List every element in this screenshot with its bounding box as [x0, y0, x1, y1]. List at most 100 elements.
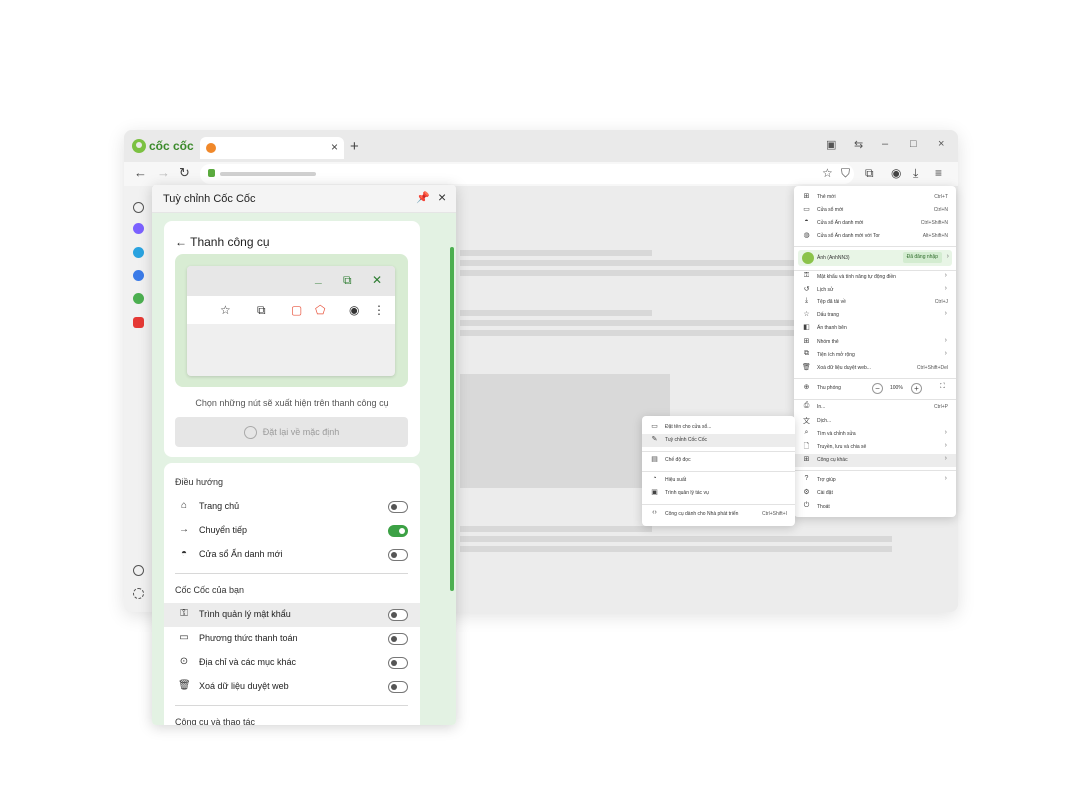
toggle-switch[interactable] — [388, 525, 408, 537]
close-window-button[interactable]: × — [938, 138, 944, 150]
ai-icon[interactable] — [133, 293, 144, 304]
chevron-right-icon: › — [944, 310, 947, 317]
submenu-item-name-window[interactable]: ▭ Đặt tên cho cửa sổ... — [642, 421, 795, 434]
profile-icon[interactable]: ◉ — [891, 166, 901, 180]
toggle-switch[interactable] — [388, 501, 408, 513]
menu-item-shortcut: Ctrl+Shift+N — [920, 220, 948, 226]
menu-separator — [642, 471, 795, 472]
new-tab-button[interactable]: + — [350, 138, 359, 155]
toggle-switch[interactable] — [388, 681, 408, 693]
menu-item-help[interactable]: ? Trợ giúp › — [794, 474, 956, 487]
back-icon[interactable]: ← — [134, 165, 147, 180]
reset-default-button[interactable]: Đặt lại về mặc định — [175, 417, 408, 447]
tab-search-icon[interactable]: ⇆ — [854, 138, 863, 151]
preview-minimize-icon: _ — [315, 271, 322, 285]
split-view-icon[interactable]: ▣ — [826, 138, 836, 151]
menu-item-label: Tệp đã tải về — [817, 299, 846, 305]
menu-item-label: Thoát — [817, 504, 830, 510]
menu-item-translate[interactable]: 文 Dịch... — [794, 415, 956, 428]
submenu-item-reading-mode[interactable]: ▤ Chế độ đọc — [642, 454, 795, 467]
tab-close-icon[interactable]: × — [331, 140, 338, 154]
menu-item-downloads[interactable]: ⤓ Tệp đã tải về Ctrl+J — [794, 296, 956, 309]
history-icon[interactable] — [133, 565, 144, 576]
menu-item-extensions[interactable]: ⧉ Tiện ích mở rộng › — [794, 349, 956, 362]
location-icon: ⊙ — [179, 656, 189, 667]
option-row-address[interactable]: ⊙ Địa chỉ và các mục khác — [164, 651, 420, 675]
menu-item-clear-data[interactable]: 🗑 Xoá dữ liệu duyệt web... Ctrl+Shift+De… — [794, 362, 956, 375]
zoom-in-button[interactable]: + — [911, 383, 922, 394]
option-row-forward[interactable]: → Chuyển tiếp — [164, 519, 420, 543]
menu-item-shortcut: Alt+Shift+N — [922, 233, 948, 239]
option-row-home[interactable]: ⌂ Trang chủ — [164, 495, 420, 519]
sidebar-icon: ◧ — [803, 324, 810, 331]
url-placeholder — [220, 172, 316, 176]
signed-in-badge: Đã đăng nhập — [902, 252, 942, 263]
menu-item-exit[interactable]: ⏻ Thoát — [794, 501, 956, 514]
back-toolbar-link[interactable]: ← Thanh công cụ — [175, 235, 270, 249]
chevron-right-icon: › — [944, 350, 947, 357]
messenger-icon[interactable] — [133, 223, 144, 234]
zoom-out-button[interactable]: − — [872, 383, 883, 394]
option-row-clear-data[interactable]: 🗑 Xoá dữ liệu duyệt web — [164, 675, 420, 699]
settings-card: Điều hướng ⌂ Trang chủ → Chuyển tiếp ◓ C… — [164, 463, 420, 725]
submenu-item-devtools[interactable]: ‹› Công cụ dành cho Nhà phát triển Ctrl+… — [642, 508, 795, 521]
menu-item-passwords[interactable]: ⚿ Mật khẩu và tính năng tự động điền › — [794, 271, 956, 284]
maximize-button[interactable]: □ — [910, 138, 917, 150]
menu-item-new-window[interactable]: ▭ Cửa sổ mới Ctrl+N — [794, 204, 956, 217]
print-icon: ⎙ — [803, 402, 810, 409]
panel-scrollbar[interactable] — [450, 247, 454, 591]
menu-item-bookmarks[interactable]: ☆ Dấu trang › — [794, 309, 956, 322]
menu-item-incognito[interactable]: ◓ Cửa sổ Ẩn danh mới Ctrl+Shift+N — [794, 217, 956, 230]
shield-icon[interactable]: ⛉ — [841, 166, 850, 181]
content-placeholder-block — [460, 374, 670, 488]
submenu-item-performance[interactable]: ◔ Hiệu suất — [642, 474, 795, 487]
code-icon: ‹› — [652, 509, 657, 516]
panel-body: ← Thanh công cụ _ ⧉ ✕ ☆ ⧉ ▢ ⬠ ◉ ⋮ Chọn n… — [152, 213, 456, 725]
minimize-button[interactable]: – — [882, 138, 888, 150]
menu-item-find-edit[interactable]: ⌕ Tìm và chỉnh sửa › — [794, 428, 956, 441]
forward-icon[interactable]: → — [157, 165, 170, 180]
chat-icon[interactable] — [133, 270, 144, 281]
option-row-incognito[interactable]: ◓ Cửa sổ Ẩn danh mới — [164, 543, 420, 567]
more-tools-submenu: ▭ Đặt tên cho cửa sổ... ✎ Tuỳ chỉnh Cốc … — [642, 416, 795, 526]
menu-item-shortcut: Ctrl+Shift+Del — [916, 365, 948, 371]
option-row-password[interactable]: ⚿ Trình quản lý mật khẩu — [164, 603, 420, 627]
download-icon[interactable]: ⤓ — [913, 166, 918, 181]
menu-item-cast-save-share[interactable]: 🗋 Truyền, lưu và chia sẻ › — [794, 441, 956, 454]
telegram-icon[interactable] — [133, 247, 144, 258]
submenu-item-customize[interactable]: ✎ Tuỳ chỉnh Cốc Cốc — [642, 434, 795, 447]
close-panel-icon[interactable]: × — [438, 189, 446, 205]
menu-item-label: Nhóm thẻ — [817, 339, 839, 345]
bookmark-star-icon[interactable]: ☆ — [822, 166, 833, 180]
toggle-switch[interactable] — [388, 657, 408, 669]
menu-item-more-tools[interactable]: ⊞ Công cụ khác › — [794, 454, 956, 467]
toggle-switch[interactable] — [388, 609, 408, 621]
sidebar-add-icon[interactable] — [133, 202, 144, 213]
option-row-payment[interactable]: ▭ Phương thức thanh toán — [164, 627, 420, 651]
submenu-item-task-manager[interactable]: ▣ Trình quản lý tác vụ — [642, 487, 795, 500]
translate-icon: 文 — [803, 418, 810, 425]
toggle-switch[interactable] — [388, 549, 408, 561]
menu-item-new-tab[interactable]: ⊞ Thẻ mới Ctrl+T — [794, 191, 956, 204]
chevron-right-icon: › — [944, 475, 947, 482]
pin-icon[interactable]: 📌 — [416, 191, 430, 204]
reload-icon[interactable]: ↻ — [179, 165, 190, 181]
address-bar[interactable] — [200, 164, 854, 184]
youtube-icon[interactable] — [133, 317, 144, 328]
zoom-value: 100% — [890, 385, 903, 391]
menu-item-label: Ẩn thanh bên — [817, 325, 847, 331]
fullscreen-icon[interactable]: ⛶ — [938, 383, 947, 391]
menu-item-hide-sidebar[interactable]: ◧ Ẩn thanh bên — [794, 322, 956, 335]
settings-gear-icon[interactable] — [133, 588, 144, 599]
extensions-icon[interactable]: ⧉ — [865, 166, 874, 181]
menu-item-tab-groups[interactable]: ⊞ Nhóm thẻ › — [794, 336, 956, 349]
menu-item-settings[interactable]: ⚙ Cài đặt — [794, 487, 956, 500]
preview-profile-icon: ◉ — [349, 303, 360, 317]
menu-item-incognito-tor[interactable]: ◍ Cửa sổ Ẩn danh mới với Tor Alt+Shift+N — [794, 230, 956, 243]
menu-profile-row[interactable]: Ảnh (AnhNN3) Đã đăng nhập › — [798, 250, 952, 266]
toggle-switch[interactable] — [388, 633, 408, 645]
incognito-icon: ◓ — [180, 548, 188, 559]
menu-icon[interactable]: ≡ — [935, 166, 942, 180]
menu-item-print[interactable]: ⎙ In... Ctrl+P — [794, 401, 956, 414]
browser-tab[interactable]: × — [200, 137, 344, 159]
